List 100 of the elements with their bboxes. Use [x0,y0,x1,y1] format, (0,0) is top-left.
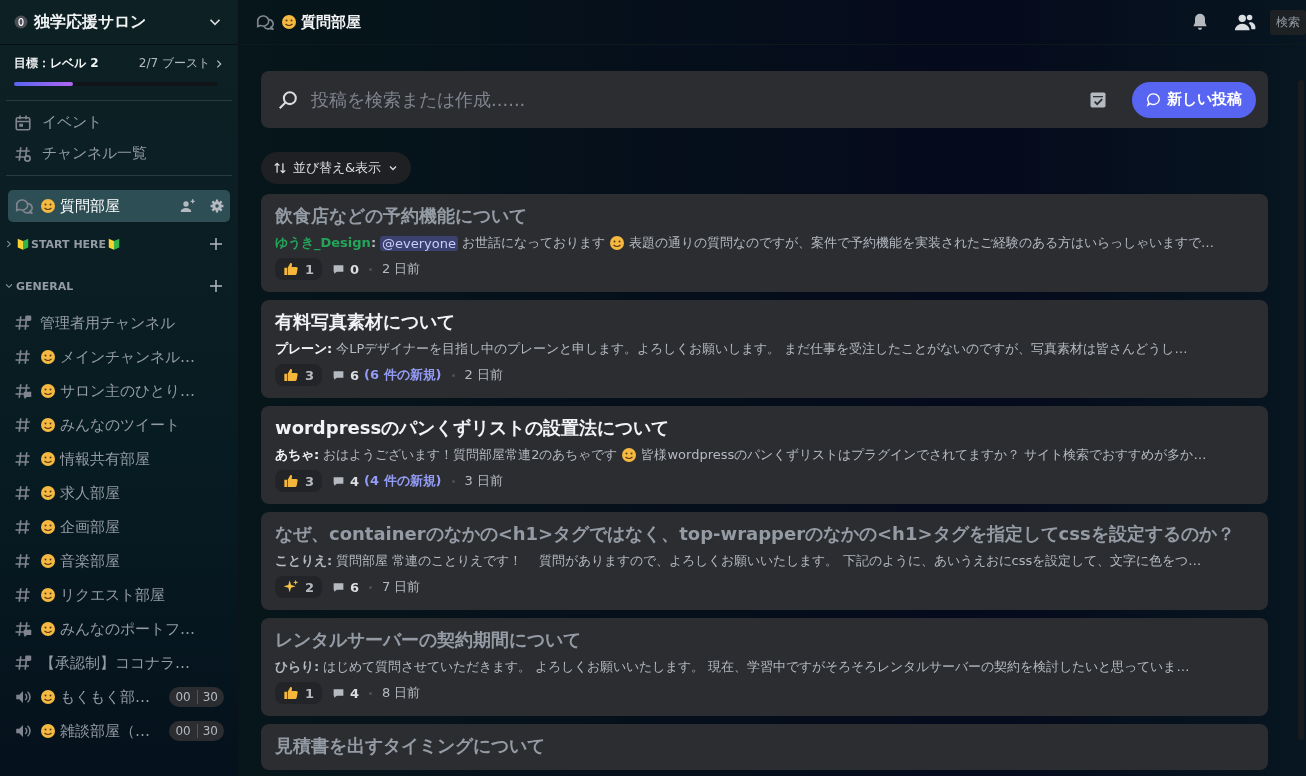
channel-item[interactable]: 質問部屋 [8,190,230,222]
comment-count: 6 [350,579,360,595]
emoji-icon [621,447,638,463]
post-excerpt: お世話になっております [462,234,605,252]
separator: : [327,341,333,356]
channel-item[interactable]: 音楽部屋 [8,544,230,578]
post-time: 3 日前 [464,472,503,490]
post-card[interactable]: wordpressのパンくずリストの設置法について あちゃ: おはようございます！質問部屋常連2のあちゃです 皆様wordpressのパンくずリストはプラグインでされてますか？ サイト検索でおすすめが多か… 3 4 (4 件の新規) 3 日前 [261,406,1268,504]
nav-item[interactable]: チャンネル一覧 [42,144,147,163]
channel-item[interactable]: メインチャンネル… [8,340,230,374]
channel-item[interactable]: みんなのツイート [8,408,230,442]
comment-icon [332,262,346,276]
chat-bubble-icon [1146,92,1161,107]
post-author: ひらり [275,659,314,674]
post-author: ことりえ [275,553,327,568]
post-title: 見積書を出すタイミングについて [275,734,546,758]
new-comments: (4 件の新規) [364,472,442,490]
channel-item[interactable]: 求人部屋 [8,476,230,510]
collapsed-icon[interactable] [4,239,14,249]
post-excerpt: 今LPデザイナーを目指し中のプレーンと申します。よろしくお願いします。 まだ仕事を受注したことがないのですが、写真素材は皆さんどうし… [336,340,1188,358]
comment-icon [332,474,346,488]
new-post-button[interactable]: 新しい投稿 [1132,81,1256,118]
thumbs-up-icon [283,685,299,701]
category-name[interactable]: GENERAL [16,279,74,293]
post-excerpt: はじめて質問させていただきます。 よろしくお願いいたします。 現在、学習中ですがそろそろレンタルサーバーの契約を検討したいと思っていま… [323,658,1190,676]
user-limit: 30 [196,690,218,704]
post-time: 7 日前 [382,578,421,596]
settings-icon [210,199,224,213]
category-name[interactable]: START HERE [31,237,107,251]
add-channel-icon [208,236,224,252]
post-title: レンタルサーバーの契約期間について [275,628,582,652]
channel-item[interactable]: 【承認制】ココナラ… [8,646,230,680]
comment-count: 4 [350,685,360,701]
sort-icon [273,161,287,175]
mention[interactable]: @everyone [380,235,458,251]
post-excerpt: 表題の通りの質問なのですが、案件で予約機能を実装されたご経験のある方はいらっしゃいますで… [629,234,1214,252]
channel-item[interactable]: 情報共有部屋 [8,442,230,476]
comment-icon [332,686,346,700]
chevron-right-icon [214,58,224,69]
thumbs-up-icon [283,473,299,489]
post-time: 2 日前 [464,366,503,384]
nav-item[interactable]: イベント [42,113,102,132]
channel-item[interactable]: 雑談部屋（… 00 30 [8,714,230,748]
post-search-field[interactable]: 投稿を検索または作成...... 新しい投稿 [261,71,1268,128]
expanded-icon[interactable] [4,281,14,291]
comment-count: 0 [350,261,360,277]
post-excerpt: 皆様wordpressのパンくずリストはプラグインでされてますか？ サイト検索でおすすめが多か… [641,446,1207,464]
emoji-icon [609,235,625,251]
post-card[interactable]: なぜ、containerのなかの<h1>タグではなく、top-wrapperのなかの<h1>タグを指定してcssを設定するのか？ ことりえ: 質問部屋 常連のことりえです！ 質問がありますので、よろしくお願いいたします。 下記のように、あいうえおにcssを設定して、文字に色をつ… 2 6 7 日前 [261,512,1268,610]
user-limit: 30 [196,724,218,738]
channel-browser-icon [14,144,32,163]
reaction-chip[interactable]: 3 [275,364,323,386]
comment-icon [332,580,346,594]
thumbs-up-icon [283,367,299,383]
boost-count[interactable]: 2/7 ブースト [138,55,224,72]
sort-button[interactable]: 並び替え&表示 [261,152,412,184]
search-field[interactable]: 検索 [1270,9,1306,35]
post-excerpt: おはようございます！質問部屋常連2のあちゃです [323,446,618,464]
reaction-chip[interactable]: 3 [275,470,323,492]
post-card[interactable]: 飲食店などの予約機能について ゆうき_Design: @everyone お世話になっております 表題の通りの質問なのですが、案件で予約機能を実装されたご経験のある方はいらっしゃいますで… 1 0 2 日前 [261,194,1268,292]
channel-item[interactable]: もくもく部… 00 30 [8,680,230,714]
add-channel-icon [208,278,224,294]
server-badge-icon [14,15,28,29]
search-icon [277,88,299,111]
reaction-chip[interactable]: 1 [275,258,323,280]
post-excerpt: 質問部屋 常連のことりえです！ 質問がありますので、よろしくお願いいたします。 下記のように、あいうえおにcssを設定して、文字に色をつ… [336,552,1202,570]
post-time: 8 日前 [382,684,421,702]
post-card[interactable]: 有料写真素材について プレーン: 今LPデザイナーを目指し中のプレーンと申します。よろしくお願いします。 まだ仕事を受注したことがないのですが、写真素材は皆さんどうし… 3 6 (6 件の新規) 2 日前 [261,300,1268,398]
post-author: ゆうき_Design [275,235,371,250]
post-title: なぜ、containerのなかの<h1>タグではなく、top-wrapperのなかの<h1>タグを指定してcssを設定するのか？ [275,522,1236,546]
channel-item[interactable]: 企画部屋 [8,510,230,544]
comment-icon [332,368,346,382]
separator: : [314,659,320,674]
channel-item[interactable]: リクエスト部屋 [8,578,230,612]
channel-item[interactable]: 管理者用チャンネル [8,306,230,340]
post-author: あちゃ [275,447,314,462]
post-author: プレーン [275,341,327,356]
reaction-chip[interactable]: 1 [275,682,323,704]
channel-item[interactable]: サロン主のひとり… [8,374,230,408]
server-name[interactable]: 独学応援サロン [34,11,200,33]
post-card[interactable]: 見積書を出すタイミングについて [261,724,1268,770]
calendar-icon [14,113,32,132]
channel-item[interactable]: みんなのポートフ… [8,612,230,646]
new-comments: (6 件の新規) [364,366,442,384]
post-title: 有料写真素材について [275,310,456,334]
post-card[interactable]: レンタルサーバーの契約期間について ひらり: はじめて質問させていただきます。 よろしくお願いいたします。 現在、学習中ですがそろそろレンタルサーバーの契約を検討したいと思っていま… 1 4 8 日前 [261,618,1268,716]
reaction-chip[interactable]: 2 [275,576,323,598]
boost-goal: 目標：レベル 2 [14,55,99,72]
separator: : [370,235,377,250]
separator: : [327,553,333,568]
separator: : [314,447,320,462]
channel-title: 質問部屋 [301,12,361,31]
comment-count: 6 [350,367,360,383]
post-title: wordpressのパンくずリストの設置法について [275,416,671,440]
post-title: 飲食店などの予約機能について [275,204,528,228]
comment-count: 4 [350,473,360,489]
post-time: 2 日前 [382,260,421,278]
user-count: 00 [175,690,191,704]
add-member-icon [180,198,196,214]
sparkles-icon [283,579,299,595]
